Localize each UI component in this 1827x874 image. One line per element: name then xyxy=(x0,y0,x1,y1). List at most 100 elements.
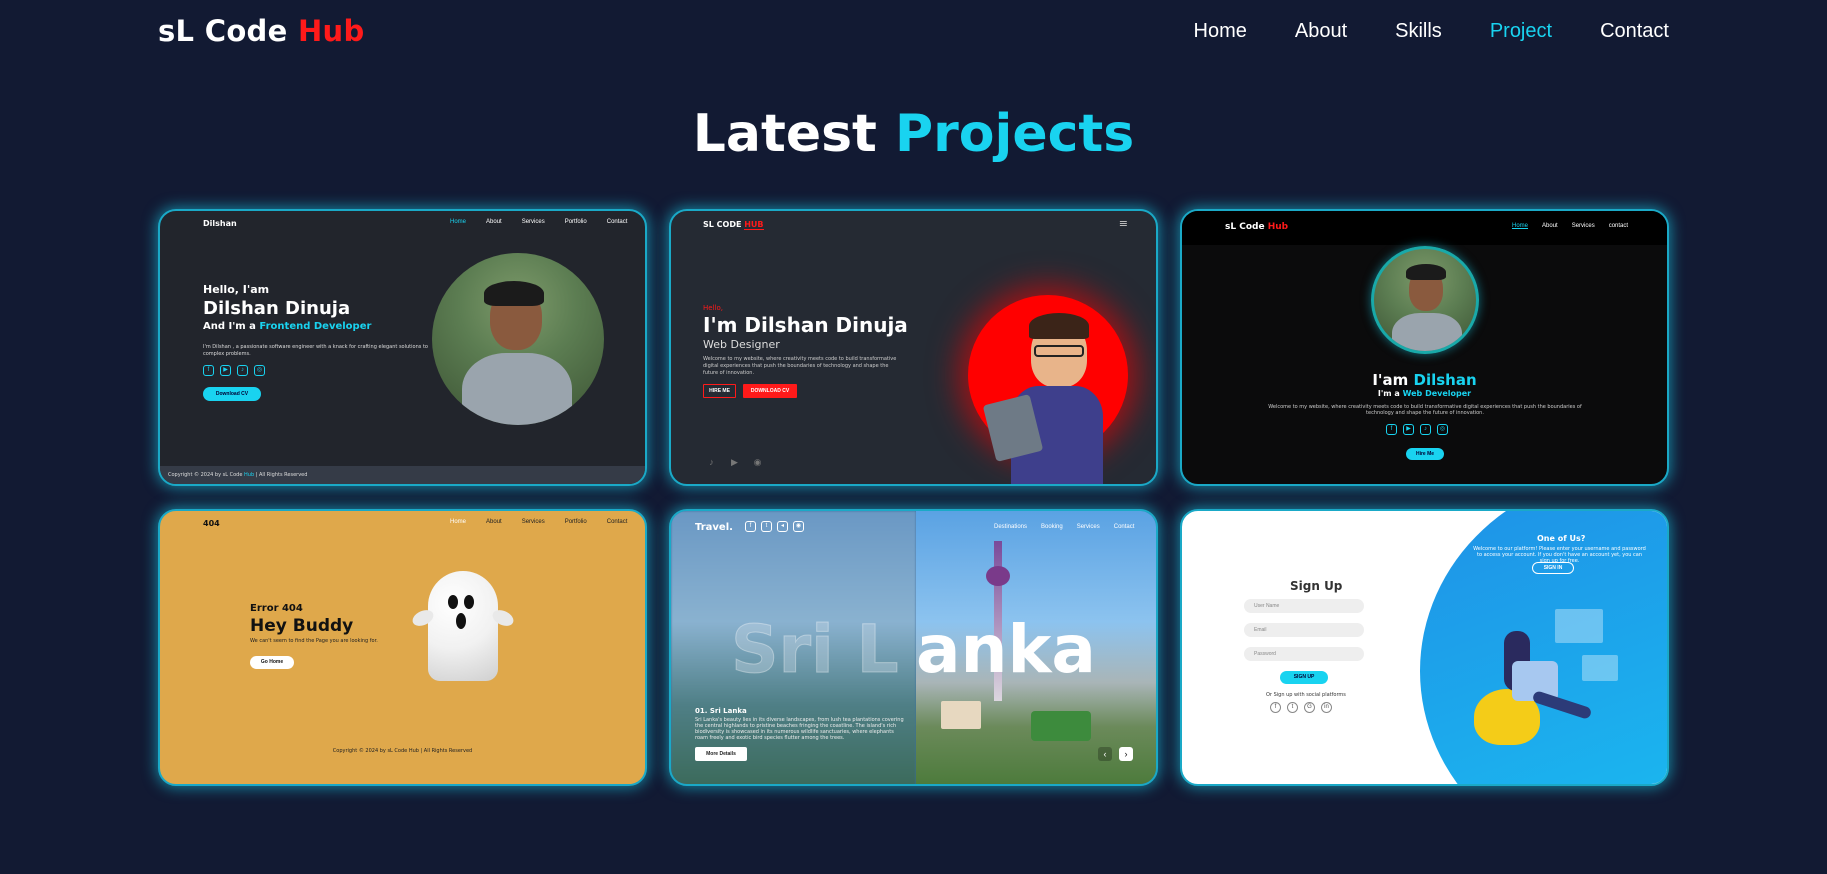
c3-brand-main: sL Code xyxy=(1225,222,1268,232)
c1-nav-item[interactable]: Contact xyxy=(607,219,628,225)
c6-title: Sign Up xyxy=(1290,579,1343,593)
c5-brand: Travel. xyxy=(695,522,733,533)
c6-username-field[interactable]: User Name xyxy=(1244,599,1364,613)
c5-nav-item[interactable]: Contact xyxy=(1114,524,1135,530)
c5-nav: Destinations Booking Services Contact xyxy=(994,524,1134,530)
c4-heading: Hey Buddy xyxy=(250,616,354,636)
discord-icon[interactable]: ◉ xyxy=(793,521,804,532)
logo-text: sL Code xyxy=(158,14,298,48)
c4-nav-item[interactable]: About xyxy=(486,519,502,525)
twitter-icon[interactable]: t xyxy=(1287,702,1298,713)
c2-name: I'm Dilshan Dinuja xyxy=(703,313,908,337)
ghost-eye-right xyxy=(464,595,474,609)
github-icon[interactable]: ◎ xyxy=(1437,424,1448,435)
main-nav: Home About Skills Project Contact xyxy=(1194,20,1669,43)
c4-nav-item[interactable]: Home xyxy=(450,519,466,525)
project-card-404[interactable]: 404 Home About Services Portfolio Contac… xyxy=(158,509,647,786)
site-logo[interactable]: sL Code Hub xyxy=(158,14,365,48)
telegram-icon[interactable]: ◂ xyxy=(777,521,788,532)
google-icon[interactable]: G xyxy=(1304,702,1315,713)
c5-details-button[interactable]: More Details xyxy=(695,747,747,761)
hamburger-menu-icon[interactable]: ≡ xyxy=(1119,217,1128,230)
facebook-icon[interactable]: f xyxy=(203,365,214,376)
tiktok-icon[interactable]: ♪ xyxy=(706,458,717,469)
c1-role-prefix: And I'm a xyxy=(203,321,260,332)
section-title: Latest Projects xyxy=(0,104,1827,164)
c1-desc: I'm Dilshan , a passionate software engi… xyxy=(203,344,428,357)
prev-arrow-icon[interactable]: ‹ xyxy=(1098,747,1112,761)
project-card-signup[interactable]: Sign Up User Name Email Password SIGN UP… xyxy=(1180,509,1669,786)
c1-nav-item[interactable]: Services xyxy=(522,219,545,225)
facebook-icon[interactable]: f xyxy=(745,521,756,532)
linkedin-icon[interactable]: in xyxy=(1321,702,1332,713)
youtube-icon[interactable]: ▶ xyxy=(729,458,740,469)
tiktok-icon[interactable]: ♪ xyxy=(1420,424,1431,435)
c2-brand-main: SL CODE xyxy=(703,220,745,229)
c3-nav-item[interactable]: Services xyxy=(1572,223,1595,229)
c1-nav-item[interactable]: Portfolio xyxy=(565,219,587,225)
c6-password-field[interactable]: Password xyxy=(1244,647,1364,661)
c3-desc: Welcome to my website, where creativity … xyxy=(1268,404,1582,416)
c3-brand: sL Code Hub xyxy=(1225,222,1288,232)
twitter-icon[interactable]: t xyxy=(761,521,772,532)
c4-nav: Home About Services Portfolio Contact xyxy=(450,519,627,525)
c5-hero-ghost: Sri L xyxy=(731,611,900,689)
c1-footer-suffix: | All Rights Reserved xyxy=(254,472,308,478)
project-card-profile[interactable]: sL Code Hub Home About Services contact … xyxy=(1180,209,1669,486)
c4-nav-item[interactable]: Contact xyxy=(607,519,628,525)
facebook-icon[interactable]: f xyxy=(1270,702,1281,713)
c5-nav-item[interactable]: Services xyxy=(1077,524,1100,530)
c3-heading: I'am Dilshan xyxy=(1182,371,1667,389)
c6-signin-button[interactable]: SIGN IN xyxy=(1532,562,1574,574)
c4-label: Error 404 xyxy=(250,603,303,614)
c6-email-field[interactable]: Email xyxy=(1244,623,1364,637)
ghost-illustration xyxy=(428,571,498,681)
c6-card-shape-a xyxy=(1555,609,1603,643)
project-card-web-designer[interactable]: SL CODE HUB ≡ Hello, I'm Dilshan Dinuja … xyxy=(669,209,1158,486)
c5-nav-item[interactable]: Booking xyxy=(1041,524,1063,530)
c2-social: ♪ ▶ ◉ xyxy=(706,458,763,469)
nav-skills[interactable]: Skills xyxy=(1395,20,1442,43)
nav-about[interactable]: About xyxy=(1295,20,1347,43)
c2-download-button[interactable]: DOWNLOAD CV xyxy=(743,384,797,398)
facebook-icon[interactable]: f xyxy=(1386,424,1397,435)
c4-nav-item[interactable]: Services xyxy=(522,519,545,525)
project-card-portfolio[interactable]: Dilshan Home About Services Portfolio Co… xyxy=(158,209,647,486)
c1-nav-item[interactable]: Home xyxy=(450,219,466,225)
c3-hair-shape xyxy=(1406,264,1446,280)
c3-nav-item[interactable]: contact xyxy=(1609,223,1628,229)
c1-download-button[interactable]: Download CV xyxy=(203,387,261,401)
c1-role: And I'm a Frontend Developer xyxy=(203,321,371,332)
ghost-eye-left xyxy=(448,595,458,609)
youtube-icon[interactable]: ▶ xyxy=(1403,424,1414,435)
nav-project[interactable]: Project xyxy=(1490,20,1552,43)
github-icon[interactable]: ◎ xyxy=(254,365,265,376)
c5-nav-item[interactable]: Destinations xyxy=(994,524,1027,530)
c3-nav-item[interactable]: About xyxy=(1542,223,1558,229)
c1-shirt-shape xyxy=(462,353,572,425)
c1-nav-item[interactable]: About xyxy=(486,219,502,225)
discord-icon[interactable]: ◉ xyxy=(752,458,763,469)
nav-contact[interactable]: Contact xyxy=(1600,20,1669,43)
c3-social: f ▶ ♪ ◎ xyxy=(1386,424,1448,435)
c4-nav-item[interactable]: Portfolio xyxy=(565,519,587,525)
c2-hire-button[interactable]: HIRE ME xyxy=(703,384,736,398)
c3-profile-photo xyxy=(1371,246,1479,354)
c5-item-desc: Sri Lanka's beauty lies in its diverse l… xyxy=(695,717,904,741)
c6-signup-button[interactable]: SIGN UP xyxy=(1280,671,1328,684)
c4-home-button[interactable]: Go Home xyxy=(250,656,294,669)
c4-desc: We can't seem to find the Page you are l… xyxy=(250,638,378,644)
c3-role: I'm a Web Developer xyxy=(1182,389,1667,398)
youtube-icon[interactable]: ▶ xyxy=(220,365,231,376)
next-arrow-icon[interactable]: › xyxy=(1119,747,1133,761)
c2-hello: Hello, xyxy=(703,304,723,312)
nav-home[interactable]: Home xyxy=(1194,20,1247,43)
c3-brand-accent: Hub xyxy=(1267,222,1289,232)
tiktok-icon[interactable]: ♪ xyxy=(237,365,248,376)
project-card-travel[interactable]: Travel. f t ◂ ◉ Destinations Booking Servic… xyxy=(669,509,1158,786)
c3-hire-button[interactable]: Hire Me xyxy=(1406,448,1444,460)
c3-name: Dilshan xyxy=(1413,371,1477,389)
ghost-mouth xyxy=(456,613,466,629)
c3-nav-item[interactable]: Home xyxy=(1512,223,1528,229)
c5-building-shape xyxy=(941,701,981,729)
